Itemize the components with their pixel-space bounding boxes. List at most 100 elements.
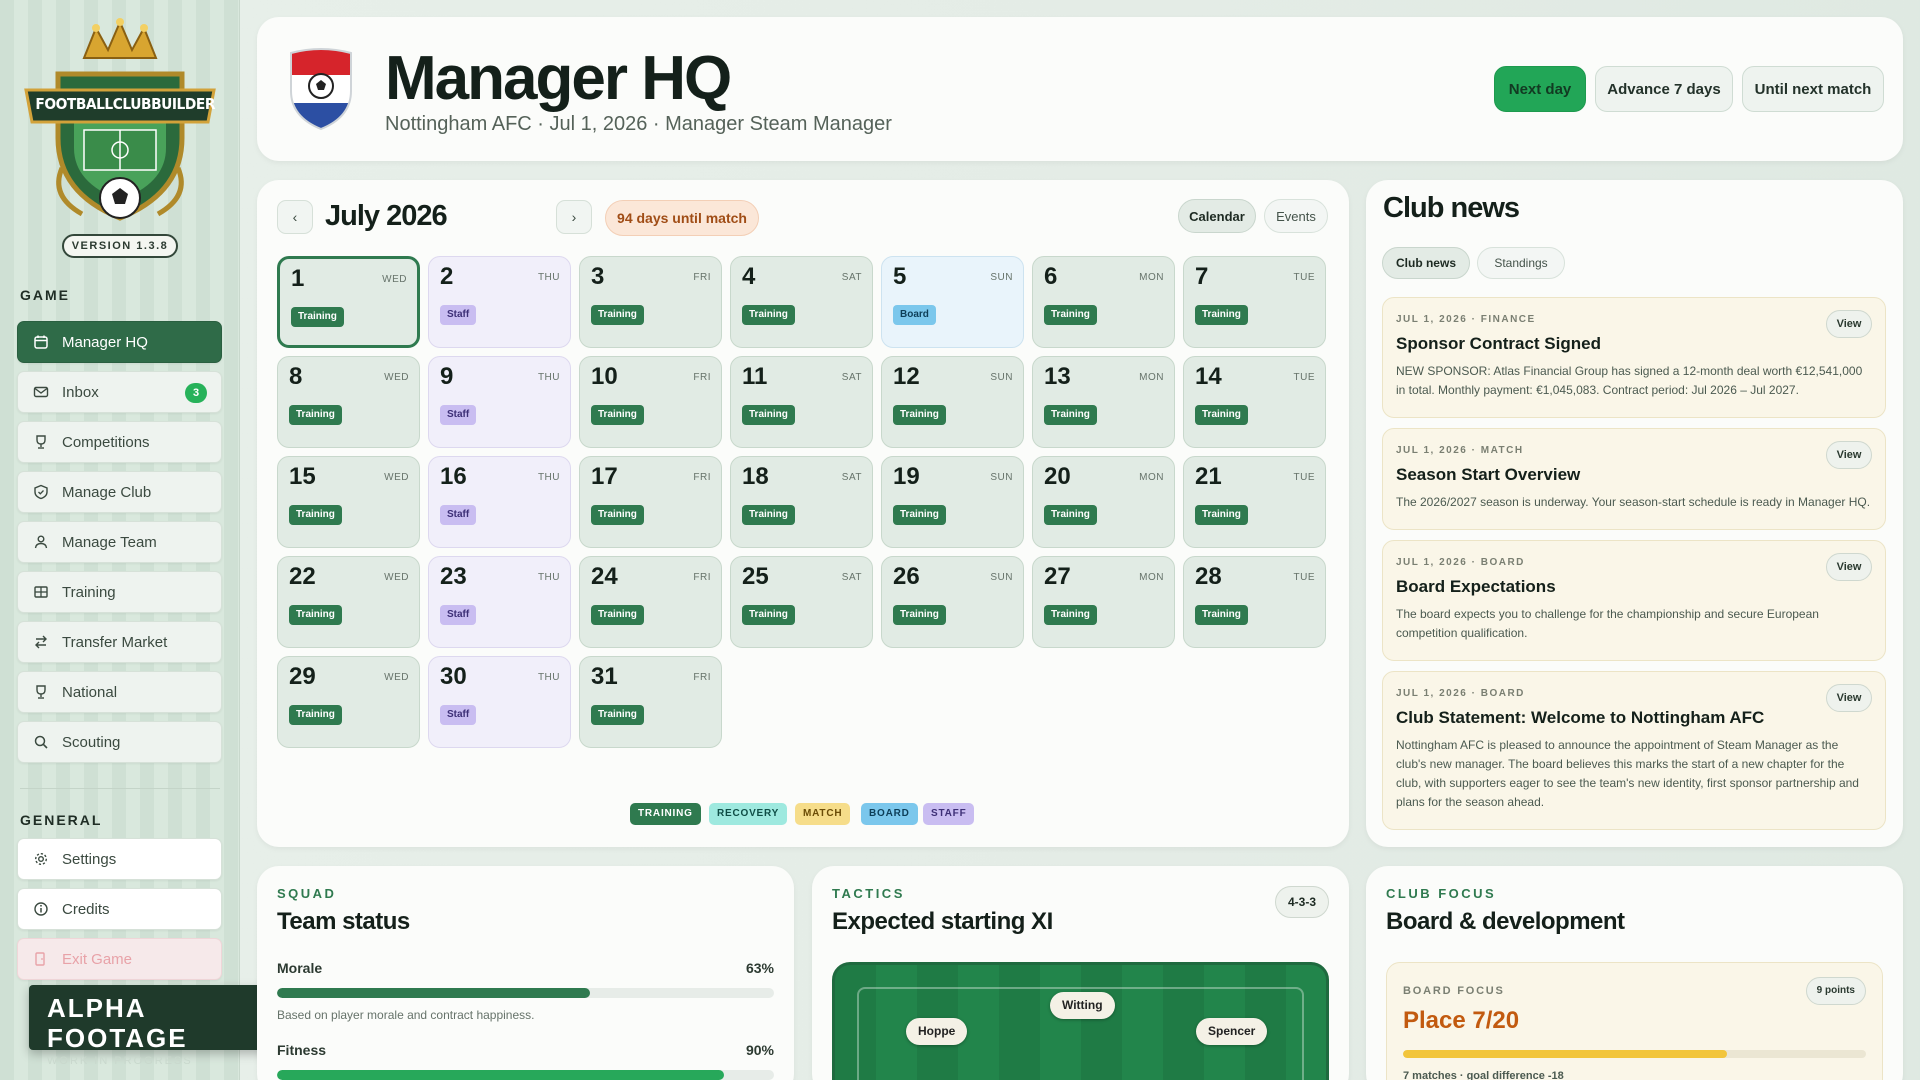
alpha-subtitle: WORK IN PROGRESS — [47, 1055, 193, 1067]
day-weekday: SUN — [990, 272, 1013, 283]
day-event-tag: Training — [893, 505, 946, 525]
calendar-day[interactable]: 8 WED Training — [277, 356, 420, 448]
next-day-button[interactable]: Next day — [1494, 66, 1586, 112]
tab-club-news[interactable]: Club news — [1382, 247, 1470, 279]
day-number: 30 — [440, 663, 467, 690]
calendar-day[interactable]: 1 WED Training — [277, 256, 420, 348]
calendar-day[interactable]: 2 THU Staff — [428, 256, 571, 348]
day-event-tag: Training — [742, 605, 795, 625]
calendar-day[interactable]: 25 SAT Training — [730, 556, 873, 648]
legend-tag: RECOVERY — [709, 803, 788, 825]
view-news-button[interactable]: View — [1826, 441, 1872, 469]
calendar-day[interactable]: 24 FRI Training — [579, 556, 722, 648]
until-next-match-button[interactable]: Until next match — [1742, 66, 1884, 112]
player-chip[interactable]: Hoppe — [906, 1018, 968, 1045]
day-event-tag: Training — [893, 405, 946, 425]
sidebar-item-competitions[interactable]: Competitions — [17, 421, 222, 463]
calendar-view-toggle[interactable]: Calendar — [1178, 199, 1256, 233]
sidebar-item-settings[interactable]: Settings — [17, 838, 222, 880]
gear-icon — [32, 850, 50, 868]
day-number: 19 — [893, 463, 920, 490]
sidebar-item-credits[interactable]: Credits — [17, 888, 222, 930]
calendar-day[interactable]: 17 FRI Training — [579, 456, 722, 548]
calendar-day[interactable]: 16 THU Staff — [428, 456, 571, 548]
day-number: 20 — [1044, 463, 1071, 490]
news-meta: JUL 1, 2026 · FINANCE — [1396, 314, 1536, 325]
team-status-title: Team status — [277, 908, 410, 935]
advance-7-days-button[interactable]: Advance 7 days — [1595, 66, 1733, 112]
board-focus-label: BOARD FOCUS — [1403, 985, 1505, 997]
prev-month-button[interactable]: ‹ — [277, 200, 313, 234]
calendar-day[interactable]: 5 SUN Board — [881, 256, 1024, 348]
sidebar-item-label: Manager HQ — [62, 333, 148, 351]
sidebar-item-national[interactable]: National — [17, 671, 222, 713]
calendar-day[interactable]: 9 THU Staff — [428, 356, 571, 448]
calendar-day[interactable]: 28 TUE Training — [1183, 556, 1326, 648]
sidebar-item-manage-team[interactable]: Manage Team — [17, 521, 222, 563]
sidebar-item-label: Exit Game — [62, 950, 133, 968]
day-event-tag: Training — [289, 605, 342, 625]
day-event-tag: Staff — [440, 305, 477, 325]
next-month-button[interactable]: › — [556, 200, 592, 234]
view-news-button[interactable]: View — [1826, 310, 1872, 338]
calendar-day[interactable]: 14 TUE Training — [1183, 356, 1326, 448]
day-weekday: SUN — [990, 472, 1013, 483]
people-icon — [32, 533, 50, 551]
events-view-toggle[interactable]: Events — [1264, 199, 1328, 233]
sidebar-item-transfer-market[interactable]: Transfer Market — [17, 621, 222, 663]
calendar-day[interactable]: 7 TUE Training — [1183, 256, 1326, 348]
day-weekday: TUE — [1293, 572, 1315, 583]
day-event-tag: Training — [289, 405, 342, 425]
player-chip[interactable]: Spencer — [1196, 1018, 1268, 1045]
calendar-day[interactable]: 3 FRI Training — [579, 256, 722, 348]
calendar-day[interactable]: 12 SUN Training — [881, 356, 1024, 448]
legend-tag: STAFF — [923, 803, 975, 825]
day-number: 28 — [1195, 563, 1222, 590]
view-news-button[interactable]: View — [1826, 553, 1872, 581]
calendar-day[interactable]: 29 WED Training — [277, 656, 420, 748]
day-weekday: WED — [384, 472, 409, 483]
day-weekday: MON — [1139, 572, 1164, 583]
logo-text: FOOTBALLCLUBBUILDER — [35, 95, 216, 113]
calendar-day[interactable]: 19 SUN Training — [881, 456, 1024, 548]
day-number: 23 — [440, 563, 467, 590]
day-number: 5 — [893, 263, 907, 290]
player-chip[interactable]: Witting — [1050, 992, 1115, 1019]
tab-standings[interactable]: Standings — [1477, 247, 1565, 279]
calendar-day[interactable]: 6 MON Training — [1032, 256, 1175, 348]
day-event-tag: Training — [591, 505, 644, 525]
day-number: 12 — [893, 363, 920, 390]
calendar-day[interactable]: 21 TUE Training — [1183, 456, 1326, 548]
news-item: JUL 1, 2026 · MATCH Season Start Overvie… — [1382, 428, 1886, 530]
board-development-title: Board & development — [1386, 908, 1625, 935]
day-event-tag: Training — [893, 605, 946, 625]
calendar-day[interactable]: 20 MON Training — [1032, 456, 1175, 548]
calendar-day[interactable]: 18 SAT Training — [730, 456, 873, 548]
general-section-label: GENERAL — [20, 812, 103, 828]
day-weekday: TUE — [1293, 372, 1315, 383]
day-event-tag: Training — [591, 305, 644, 325]
day-number: 14 — [1195, 363, 1222, 390]
sidebar-item-inbox[interactable]: Inbox 3 — [17, 371, 222, 413]
calendar-day[interactable]: 15 WED Training — [277, 456, 420, 548]
sidebar-item-manage-club[interactable]: Manage Club — [17, 471, 222, 513]
formation-badge[interactable]: 4-3-3 — [1275, 886, 1329, 918]
calendar-day[interactable]: 26 SUN Training — [881, 556, 1024, 648]
calendar-day[interactable]: 22 WED Training — [277, 556, 420, 648]
morale-note: Based on player morale and contract happ… — [277, 1008, 535, 1022]
calendar-day[interactable]: 13 MON Training — [1032, 356, 1175, 448]
sidebar-item-training[interactable]: Training — [17, 571, 222, 613]
view-news-button[interactable]: View — [1826, 684, 1872, 712]
sidebar-item-scouting[interactable]: Scouting — [17, 721, 222, 763]
legend-tag: TRAINING — [630, 803, 701, 825]
calendar-day[interactable]: 27 MON Training — [1032, 556, 1175, 648]
sidebar-item-manager-hq[interactable]: Manager HQ — [17, 321, 222, 363]
calendar-day[interactable]: 11 SAT Training — [730, 356, 873, 448]
sidebar-item-exit-game[interactable]: Exit Game — [17, 938, 222, 980]
calendar-day[interactable]: 4 SAT Training — [730, 256, 873, 348]
calendar-day[interactable]: 23 THU Staff — [428, 556, 571, 648]
calendar-day[interactable]: 30 THU Staff — [428, 656, 571, 748]
day-number: 13 — [1044, 363, 1071, 390]
calendar-day[interactable]: 10 FRI Training — [579, 356, 722, 448]
calendar-day[interactable]: 31 FRI Training — [579, 656, 722, 748]
